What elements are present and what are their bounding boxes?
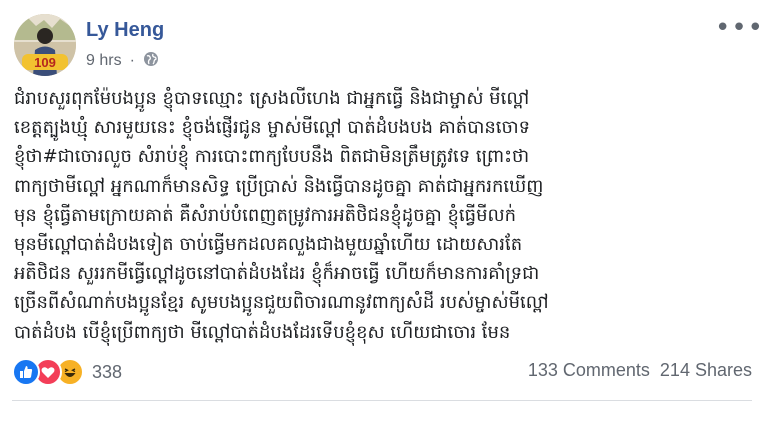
post-text-line: ពាក្យថាមីល្ពៅ អ្នកណាក៏មានសិទ្ធ ប្រើប្រាស… <box>14 175 544 197</box>
post-text-line: ខ្ញុំថា#ជាចោរលួច សំរាប់ខ្ញុំ ការបោះពាក្យ… <box>14 146 530 168</box>
avatar-image: 109 <box>14 14 76 76</box>
post-text-line: មុនមីល្ពៅបាត់ដំបងទៀត ចាប់ធ្វើមកដលគលួងជាង… <box>14 234 523 256</box>
post-stats: 133 Comments 214 Shares <box>528 360 752 381</box>
reactions-summary[interactable]: 338 <box>12 358 122 386</box>
avatar-badge: 109 <box>34 55 56 70</box>
post-text-line: ច្រើនពីសំណាក់បងប្អូនខ្មែរ សូមបងប្អូនជួយព… <box>14 292 549 314</box>
meta-separator: · <box>129 52 135 69</box>
post-time[interactable]: 9 hrs <box>86 52 122 70</box>
post-text-line: ខេត្តត្បូងឃ្មុំ សារមួយនេះ ខ្ញុំចង់ផ្ញើរជ… <box>14 117 531 139</box>
post-body: ជំរាបសួរពុកម៉ែបងប្អូន ខ្ញុំបាទឈ្មោះ ស្រេ… <box>14 84 744 347</box>
footer-divider <box>12 400 752 401</box>
post-footer: 338 133 Comments 214 Shares <box>12 354 752 386</box>
comments-count-link[interactable]: 133 Comments <box>528 360 650 380</box>
author-name[interactable]: Ly Heng <box>86 19 164 42</box>
post-header: 109 Ly Heng 9 hrs · ••• <box>14 14 764 78</box>
like-reaction-icon <box>12 358 40 386</box>
post-text-line: ជំរាបសួរពុកម៉ែបងប្អូន ខ្ញុំបាទឈ្មោះ ស្រេ… <box>14 88 530 109</box>
more-options-icon[interactable]: ••• <box>715 15 764 41</box>
post-text-line: អតិថិជន សួររកមីធ្វើល្ពៅដូចនៅបាត់ដំបងដែរ … <box>14 263 540 285</box>
avatar[interactable]: 109 <box>14 14 76 76</box>
post-meta: 9 hrs · <box>86 50 159 72</box>
reaction-count: 338 <box>92 361 123 382</box>
post-text-line: មុន ខ្ញុំធ្វើតាមក្រោយគាត់ គឺសំរាប់បំពេញត… <box>14 204 517 226</box>
post-text-line: បាត់ដំបង បើខ្ញុំប្រើពាក្យថា មីល្ពៅបាត់ដំ… <box>14 321 511 343</box>
shares-count-link[interactable]: 214 Shares <box>660 360 752 380</box>
globe-icon[interactable] <box>143 51 159 72</box>
facebook-post: 109 Ly Heng 9 hrs · ••• ជំរាបសួរពុកម៉ែបង… <box>0 0 778 424</box>
